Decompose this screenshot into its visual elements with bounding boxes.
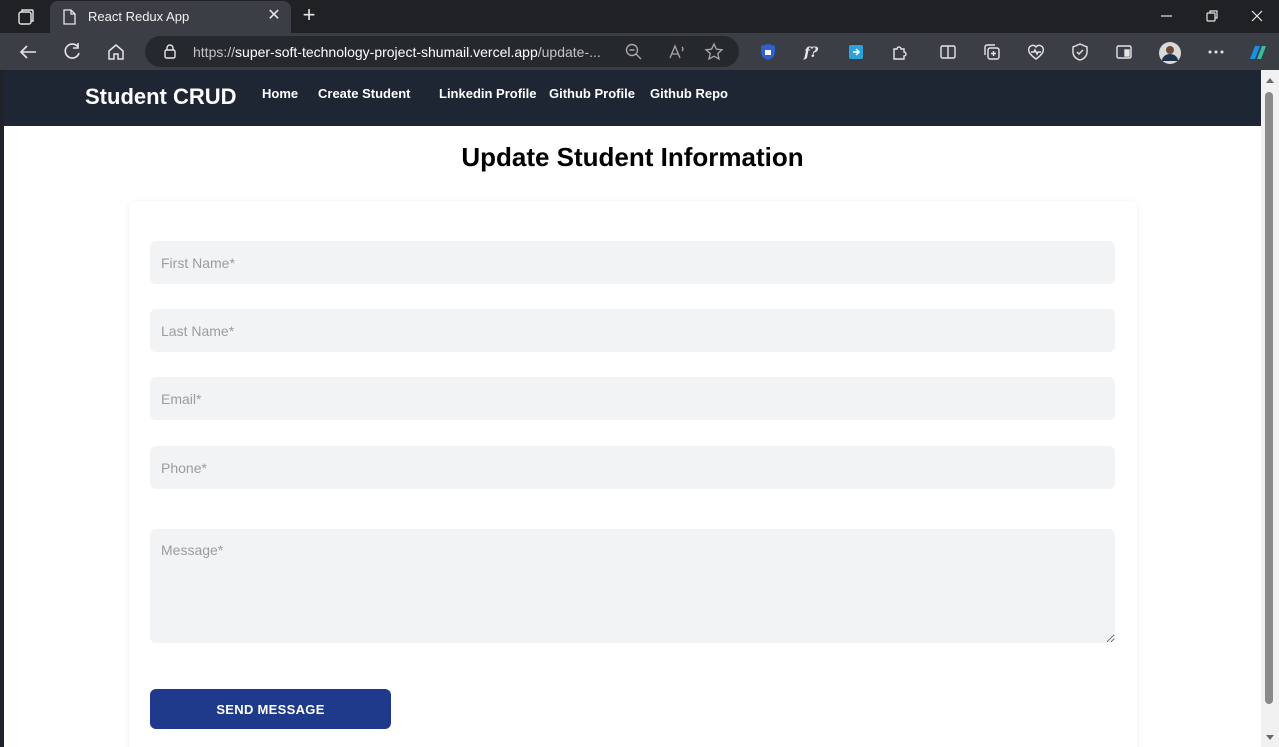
close-tab-icon[interactable]: ✕: [265, 7, 283, 25]
page-title: Update Student Information: [461, 142, 804, 172]
svg-text:f?: f?: [803, 45, 819, 61]
tab-actions-icon[interactable]: [14, 6, 36, 28]
last-name-input[interactable]: [150, 309, 1115, 352]
page-icon: [62, 9, 76, 25]
nav-link-github-repo[interactable]: Github Repo: [650, 86, 728, 101]
first-name-input[interactable]: [150, 241, 1115, 284]
collections-icon[interactable]: [981, 41, 1003, 63]
shield-extension-icon[interactable]: [757, 41, 779, 63]
send-message-button[interactable]: SEND MESSAGE: [150, 689, 391, 729]
phone-input[interactable]: [150, 446, 1115, 489]
nav-link-linkedin-profile[interactable]: Linkedin Profile: [439, 86, 537, 101]
url-prefix: https://: [193, 44, 236, 60]
split-screen-icon[interactable]: [937, 41, 959, 63]
browser-tab-active[interactable]: React Redux App ✕: [50, 1, 291, 33]
restore-icon[interactable]: [1202, 6, 1222, 26]
more-options-icon[interactable]: [1205, 41, 1227, 63]
browser-essentials-icon[interactable]: [1025, 41, 1047, 63]
browser-tab-bar: React Redux App ✕ +: [0, 0, 1279, 33]
extensions-puzzle-icon[interactable]: [889, 41, 911, 63]
brand-logo-text[interactable]: Student CRUD: [85, 84, 237, 110]
zoom-out-icon[interactable]: [624, 42, 644, 62]
back-icon[interactable]: [17, 41, 39, 63]
email-input[interactable]: [150, 377, 1115, 420]
new-tab-icon[interactable]: +: [298, 4, 320, 26]
page-scrollbar[interactable]: [1261, 70, 1279, 747]
refresh-icon[interactable]: [61, 41, 83, 63]
sidebar-toggle-icon[interactable]: [1113, 41, 1135, 63]
tab-title: React Redux App: [88, 9, 190, 24]
screen-capture-extension-icon[interactable]: [845, 41, 867, 63]
nav-link-github-profile[interactable]: Github Profile: [549, 86, 635, 101]
scroll-up-arrow-icon[interactable]: [1265, 76, 1275, 84]
copilot-icon[interactable]: [1246, 41, 1268, 63]
close-window-icon[interactable]: [1247, 6, 1267, 26]
page-viewport: Student CRUD Home Create Student Linkedi…: [4, 70, 1261, 747]
read-aloud-icon[interactable]: [667, 42, 687, 62]
message-textarea[interactable]: [150, 529, 1115, 643]
minimize-icon[interactable]: [1157, 6, 1177, 26]
url-path: /update-...: [537, 44, 601, 60]
performance-icon[interactable]: [1069, 41, 1091, 63]
browser-toolbar: https://super-soft-technology-project-sh…: [0, 33, 1279, 70]
site-navbar: Student CRUD Home Create Student Linkedi…: [4, 70, 1261, 126]
favorite-star-icon[interactable]: [704, 42, 724, 62]
profile-avatar[interactable]: [1158, 41, 1181, 64]
scrollbar-thumb[interactable]: [1265, 92, 1273, 704]
nav-link-home[interactable]: Home: [262, 86, 298, 101]
formula-extension-icon[interactable]: f?: [801, 41, 823, 63]
lock-icon[interactable]: [163, 44, 177, 59]
scroll-down-arrow-icon[interactable]: [1265, 734, 1275, 742]
url-text[interactable]: https://super-soft-technology-project-sh…: [193, 44, 601, 60]
update-student-form: SEND MESSAGE: [129, 201, 1137, 747]
home-icon[interactable]: [105, 41, 127, 63]
nav-link-create-student[interactable]: Create Student: [318, 86, 410, 101]
address-bar[interactable]: https://super-soft-technology-project-sh…: [145, 36, 739, 67]
url-domain: super-soft-technology-project-shumail.ve…: [235, 44, 538, 60]
